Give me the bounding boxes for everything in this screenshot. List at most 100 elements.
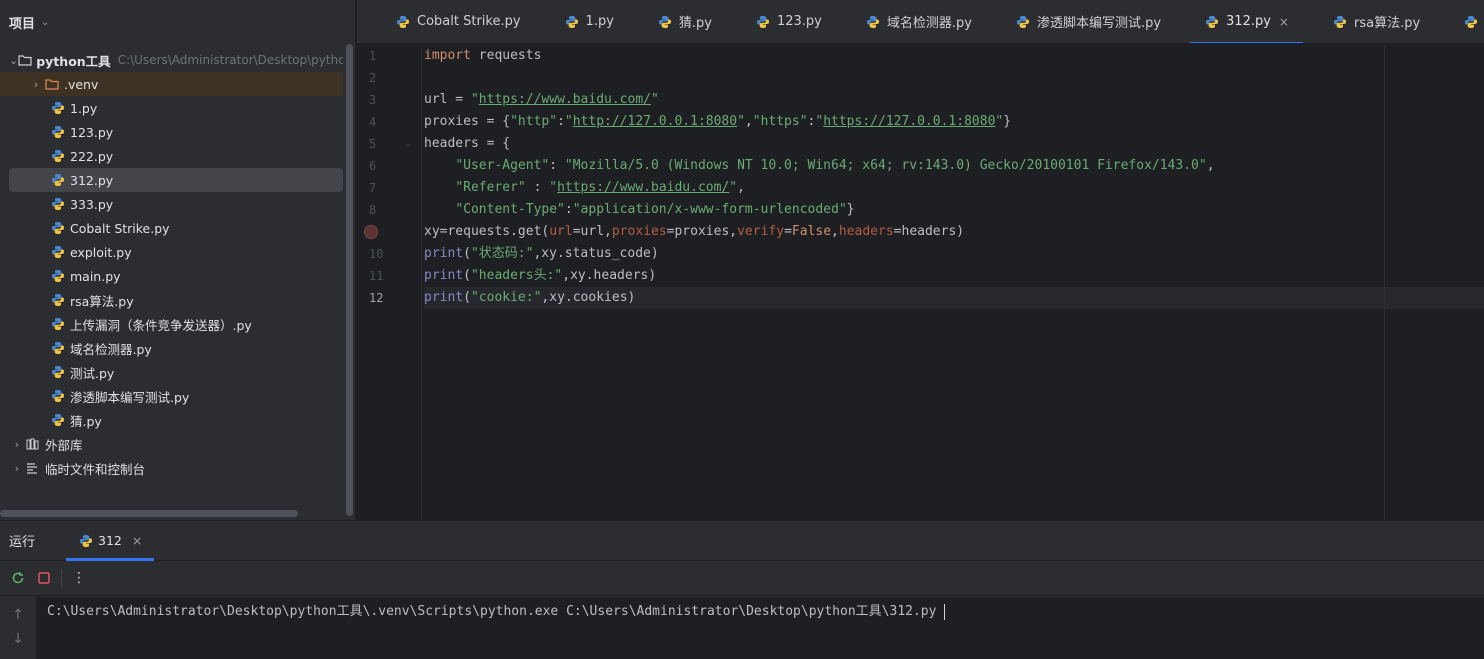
folder-icon [18,52,32,68]
editor-tab[interactable]: 渗透脚本编写测试.py [1015,0,1161,43]
line-number[interactable]: 12 [357,287,421,309]
editor-tab[interactable]: 1.py [564,0,614,43]
editor-tab[interactable]: 猜.py [657,0,712,43]
tree-item-label: 猜.py [70,413,102,429]
scratches-icon [25,460,41,476]
project-horizontal-scrollbar[interactable] [0,510,298,517]
toolbar-separator [61,569,62,587]
tree-item-file[interactable]: 312.py [9,168,343,192]
tree-item-file[interactable]: exploit.py [0,240,343,264]
python-file-icon [1463,14,1479,30]
code-editor[interactable]: 12345⌵6789101112 import requests url = "… [357,45,1484,520]
chevron-right-icon[interactable]: › [9,462,25,475]
run-tab-312[interactable]: 312 × [66,521,155,561]
chevron-right-icon[interactable]: › [28,78,44,91]
tree-item-file[interactable]: 上传漏洞（条件竞争发送器）.py [0,312,343,336]
python-file-icon [50,196,66,212]
run-tab-label: 312 [98,533,122,548]
tab-label: 312.py [1226,14,1271,29]
line-number[interactable]: 9 [357,221,421,243]
run-toolbar: ⋮ [0,561,1484,596]
line-number[interactable]: 4 [357,111,421,133]
line-number[interactable]: 2 [357,67,421,89]
tree-item-file[interactable]: rsa算法.py [0,288,343,312]
line-number[interactable]: 3 [357,89,421,111]
close-icon[interactable]: × [1279,15,1289,29]
editor-tab[interactable]: 域名检测器.py [865,0,972,43]
code-line-11[interactable]: print("headers头:",xy.headers) [424,265,1484,287]
tree-item-file[interactable]: 猜.py [0,408,343,432]
line-number[interactable]: 6 [357,155,421,177]
fold-icon[interactable]: ⌵ [405,133,410,155]
tree-item-venv[interactable]: › .venv [0,72,343,96]
line-number[interactable]: 1 [357,45,421,67]
chevron-down-icon[interactable]: ⌄ [9,54,18,67]
python-file-icon [50,124,66,140]
python-file-icon [865,14,881,30]
line-number[interactable]: 7 [357,177,421,199]
code-line-1[interactable]: import requests [424,45,1484,67]
tab-label: rsa算法.py [1353,16,1421,31]
python-file-icon [50,268,66,284]
line-number[interactable]: 10 [357,243,421,265]
tree-item-file[interactable]: 渗透脚本编写测试.py [0,384,343,408]
arrow-down-icon[interactable]: ↓ [0,627,36,651]
rerun-icon[interactable] [9,569,27,587]
code-line-7[interactable]: "Referer" : "https://www.baidu.com/", [424,177,1484,199]
project-tool-window: 项目 ⌄ ⌄ python工具 C:\Users\Administrator\D… [0,0,356,520]
tree-item-file[interactable]: Cobalt Strike.py [0,216,343,240]
code-area[interactable]: import requests url = "https://www.baidu… [424,45,1484,309]
code-line-9[interactable]: xy=requests.get(url=url,proxies=proxies,… [424,221,1484,243]
code-line-3[interactable]: url = "https://www.baidu.com/" [424,89,1484,111]
editor-tab[interactable]: 123.py [755,0,822,43]
tree-item-file[interactable]: 1.py [0,96,343,120]
line-number-text: 4 [369,115,377,129]
tree-item-file[interactable]: 测试.py [0,360,343,384]
console-side-toolbar: ↑ ↓ [0,597,36,659]
tree-item-label: 333.py [70,196,114,212]
tree-item-label: 测试.py [70,365,115,381]
tree-item-file[interactable]: 域名检测器.py [0,336,343,360]
chevron-right-icon[interactable]: › [9,438,25,451]
python-file-icon [50,100,66,116]
code-line-2[interactable] [424,67,1484,89]
editor-tab[interactable]: main.py [1463,0,1484,43]
line-number-gutter[interactable]: 12345⌵6789101112 [357,45,422,520]
tree-item-file[interactable]: 333.py [0,192,343,216]
project-header[interactable]: 项目 ⌄ [0,0,355,44]
breakpoint-icon[interactable] [364,225,378,239]
editor-tab[interactable]: 312.py × [1190,0,1303,43]
tree-item-label: 渗透脚本编写测试.py [70,389,190,405]
tree-item-label: 临时文件和控制台 [45,461,146,477]
code-line-6[interactable]: "User-Agent": "Mozilla/5.0 (Windows NT 1… [424,155,1484,177]
tree-item-file[interactable]: 222.py [0,144,343,168]
code-line-10[interactable]: print("状态码:",xy.status_code) [424,243,1484,265]
tree-root-python[interactable]: ⌄ python工具 C:\Users\Administrator\Deskto… [0,48,343,72]
arrow-up-icon[interactable]: ↑ [0,603,36,627]
editor-tab-bar: Cobalt Strike.py 1.py 猜.py 123.py 域名检测器.py 渗透… [357,0,1484,44]
python-file-icon [50,172,66,188]
line-number-text: 7 [369,181,377,195]
tree-item-file[interactable]: 123.py [0,120,343,144]
tree-item-scratches[interactable]: › 临时文件和控制台 [0,456,343,480]
close-icon[interactable]: × [132,533,142,548]
console-output[interactable]: C:\Users\Administrator\Desktop\python工具\… [36,597,1484,659]
editor-tab[interactable]: rsa算法.py [1332,0,1421,43]
code-line-12[interactable]: print("cookie:",xy.cookies) [424,287,1484,309]
more-options-icon[interactable]: ⋮ [70,569,88,587]
code-line-4[interactable]: proxies = {"http":"http://127.0.0.1:8080… [424,111,1484,133]
code-line-5[interactable]: headers = { [424,133,1484,155]
line-number[interactable]: 5 ⌵ [357,133,421,155]
code-line-8[interactable]: "Content-Type":"application/x-www-form-u… [424,199,1484,221]
line-number[interactable]: 11 [357,265,421,287]
project-vertical-scrollbar[interactable] [346,44,353,516]
tree-item-file[interactable]: main.py [0,264,343,288]
chevron-down-icon[interactable]: ⌄ [41,17,49,28]
editor-tab[interactable]: Cobalt Strike.py [395,0,521,43]
tree-item-external-libraries[interactable]: › 外部库 [0,432,343,456]
line-number[interactable]: 8 [357,199,421,221]
project-tree: ⌄ python工具 C:\Users\Administrator\Deskto… [0,48,343,480]
tree-item-label: 上传漏洞（条件竞争发送器）.py [70,317,252,333]
python-file-icon [1332,14,1348,30]
stop-icon[interactable] [35,569,53,587]
